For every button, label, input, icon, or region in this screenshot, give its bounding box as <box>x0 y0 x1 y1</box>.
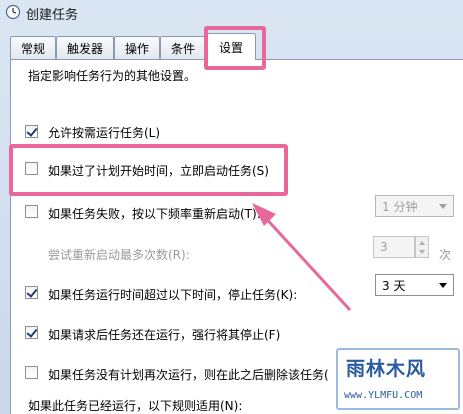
title-bar: 创建任务 <box>0 0 463 26</box>
stop-if-longer-label: 如果任务运行时间超过以下时间，停止任务(K): <box>48 288 298 302</box>
restart-attempts-spinner[interactable] <box>415 236 429 258</box>
force-stop-checkbox[interactable] <box>25 326 38 339</box>
allow-on-demand-checkbox[interactable] <box>25 125 38 138</box>
delete-task-checkbox[interactable] <box>25 366 38 379</box>
tab-label: 常规 <box>20 41 45 56</box>
tab-actions[interactable]: 操作 <box>114 36 160 59</box>
tab-label: 操作 <box>124 41 149 56</box>
tab-label: 条件 <box>170 41 195 56</box>
settings-intro: 指定影响任务行为的其他设置。 <box>28 69 197 83</box>
allow-on-demand-label: 允许按需运行任务(L) <box>48 126 161 140</box>
restart-attempts-label: 尝试重新启动最多次数(R): <box>48 248 190 262</box>
spin-up-icon <box>419 241 425 245</box>
stop-duration-value: 3 天 <box>382 278 406 293</box>
restart-on-fail-checkbox[interactable] <box>25 205 38 218</box>
clock-icon <box>5 4 21 20</box>
chevron-down-icon <box>439 283 447 288</box>
tab-general[interactable]: 常规 <box>10 36 56 59</box>
stop-duration-select[interactable]: 3 天 <box>375 274 454 296</box>
restart-attempts-unit: 次 <box>439 248 452 262</box>
chevron-down-icon <box>439 204 447 209</box>
restart-attempts-input[interactable]: 3 <box>373 236 415 258</box>
settings-tab-highlight <box>204 26 266 70</box>
already-running-label: 如果此任务已经运行，以下规则适用(N): <box>28 399 243 413</box>
restart-interval-value: 1 分钟 <box>382 199 418 214</box>
force-stop-label: 如果请求后任务还在运行，强行将其停止(F) <box>48 328 281 342</box>
watermark-url: www.YLMFU.COM <box>344 390 423 401</box>
restart-attempts-value: 3 <box>380 240 388 254</box>
restart-interval-select[interactable]: 1 分钟 <box>375 195 454 217</box>
watermark-logo: 雨林木风 www.YLMFU.COM <box>336 348 460 410</box>
delete-task-label: 如果任务没有计划再次运行，则在此之后删除该任务( <box>48 368 329 382</box>
run-missed-highlight <box>9 144 288 196</box>
create-task-window: 创建任务 常规 触发器 操作 条件 设置 指定影响任务行为的其他设置。 允许按需… <box>0 0 463 414</box>
stop-if-longer-checkbox[interactable] <box>25 286 38 299</box>
tab-conditions[interactable]: 条件 <box>160 36 206 59</box>
spin-down-icon <box>419 250 425 254</box>
tab-triggers[interactable]: 触发器 <box>56 36 114 59</box>
window-title: 创建任务 <box>26 8 79 23</box>
restart-on-fail-label: 如果任务失败，按以下频率重新启动(T): <box>48 207 261 221</box>
tab-label: 触发器 <box>66 41 103 56</box>
watermark-logo-text: 雨林木风 <box>346 358 427 380</box>
